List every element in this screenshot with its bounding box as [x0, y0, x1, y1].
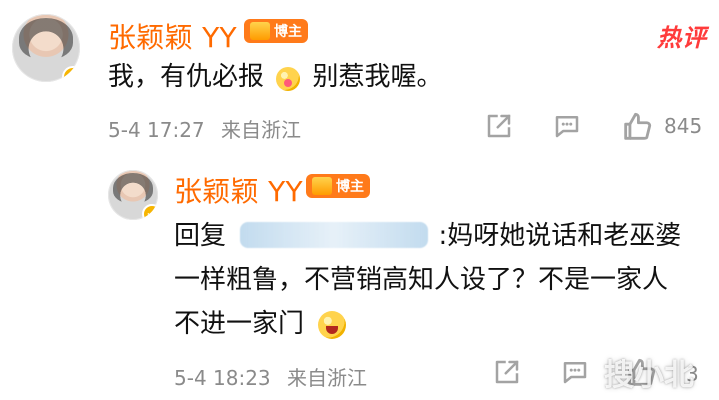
reply-line-3-text: 不进一家门	[174, 309, 305, 339]
share-icon	[487, 114, 511, 138]
comment-meta: 5-4 17:27 来自浙江	[108, 114, 301, 143]
reply-avatar-hair-shape	[113, 173, 153, 203]
tongue-emoji-icon	[276, 67, 301, 91]
verified-icon	[62, 66, 80, 82]
reply-verified-icon	[142, 204, 158, 220]
reply-time: 5-4 18:23	[174, 366, 271, 390]
comment-icon	[555, 116, 579, 138]
blogger-badge-label: 博主	[274, 24, 302, 40]
avatar[interactable]	[12, 14, 80, 82]
like-count: 845	[664, 114, 703, 138]
reply-source: 来自浙江	[287, 366, 368, 390]
thumbs-up-icon	[624, 112, 652, 140]
laughing-emoji-icon	[318, 311, 347, 339]
comment-text-before: 我，有仇必报	[108, 62, 265, 92]
reply-line-1: 回复 :妈呀她说话和老巫婆	[174, 214, 694, 258]
crown-icon	[250, 22, 270, 40]
verified-check-icon	[68, 73, 78, 81]
reply-comment-icon	[563, 362, 587, 384]
reply-line-2: 一样粗鲁，不营销高知人设了？不是一家人	[174, 265, 669, 295]
like-button[interactable]	[620, 110, 654, 144]
reply-crown-icon	[312, 177, 332, 195]
reply-line-3: 不进一家门	[174, 302, 694, 346]
reply-blogger-badge: 博主	[306, 174, 370, 198]
comment-button[interactable]	[552, 111, 582, 141]
hot-comment-tag: 热评	[657, 24, 707, 52]
reply-meta: 5-4 18:23 来自浙江	[174, 362, 367, 391]
comment-text: 我，有仇必报 别惹我喔。	[108, 60, 443, 94]
watermark: 搜小北	[604, 358, 694, 393]
reply-author-name[interactable]: 张颖颖 YY	[174, 170, 303, 210]
comment-source: 来自浙江	[221, 118, 302, 142]
reply-share-button[interactable]	[492, 357, 522, 387]
reply-share-icon	[495, 360, 519, 384]
blurred-mention[interactable]	[240, 222, 429, 248]
reply-blogger-badge-label: 博主	[336, 179, 364, 195]
reply-text: 回复 :妈呀她说话和老巫婆 一样粗鲁，不营销高知人设了？不是一家人 不进一家门	[174, 214, 694, 346]
reply-comment-button[interactable]	[560, 357, 590, 387]
share-button[interactable]	[484, 111, 514, 141]
comment-time: 5-4 17:27	[108, 118, 205, 142]
avatar-hair-shape	[18, 18, 74, 59]
blogger-badge: 博主	[244, 19, 308, 43]
reply-line-1-after: :妈呀她说话和老巫婆	[438, 221, 682, 251]
comment-text-after: 别惹我喔。	[312, 62, 443, 92]
reply-verified-check-icon	[148, 210, 156, 217]
comment-author-name[interactable]: 张颖颖 YY	[108, 16, 237, 56]
reply-prefix: 回复	[174, 221, 227, 251]
reply-avatar[interactable]	[108, 170, 158, 220]
